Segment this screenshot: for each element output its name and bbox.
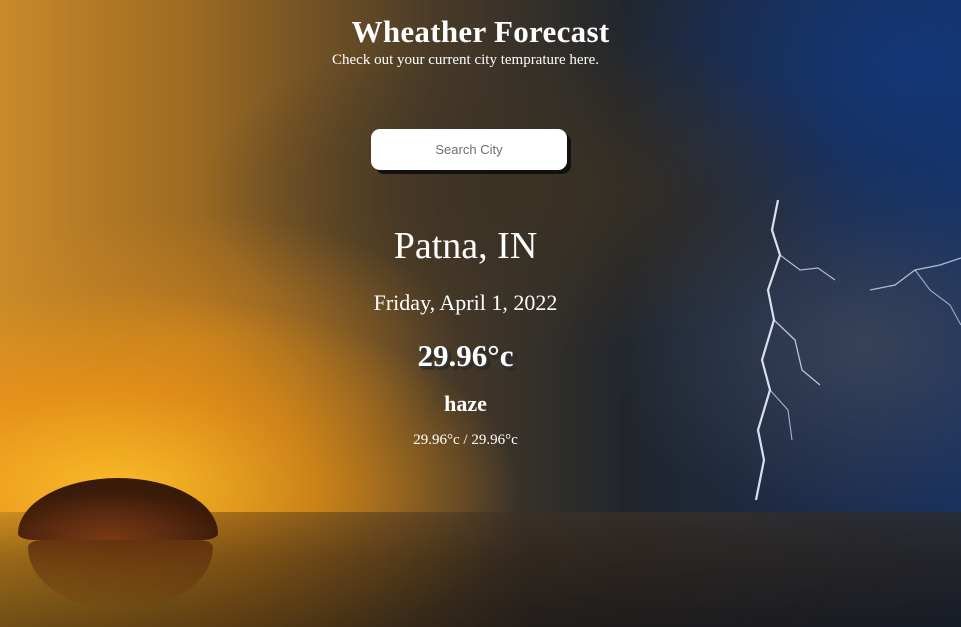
search-box (371, 129, 567, 170)
min-max-temperature: 29.96°c / 29.96°c (413, 432, 518, 448)
app-subtitle: Check out your current city temprature h… (332, 52, 599, 68)
current-date: Friday, April 1, 2022 (373, 290, 558, 315)
app-title: Wheather Forecast (351, 14, 610, 49)
search-city-input[interactable] (371, 129, 567, 170)
city-name: Patna, IN (393, 225, 538, 267)
weather-condition: haze (444, 391, 487, 416)
current-temperature: 29.96°c (417, 338, 514, 373)
